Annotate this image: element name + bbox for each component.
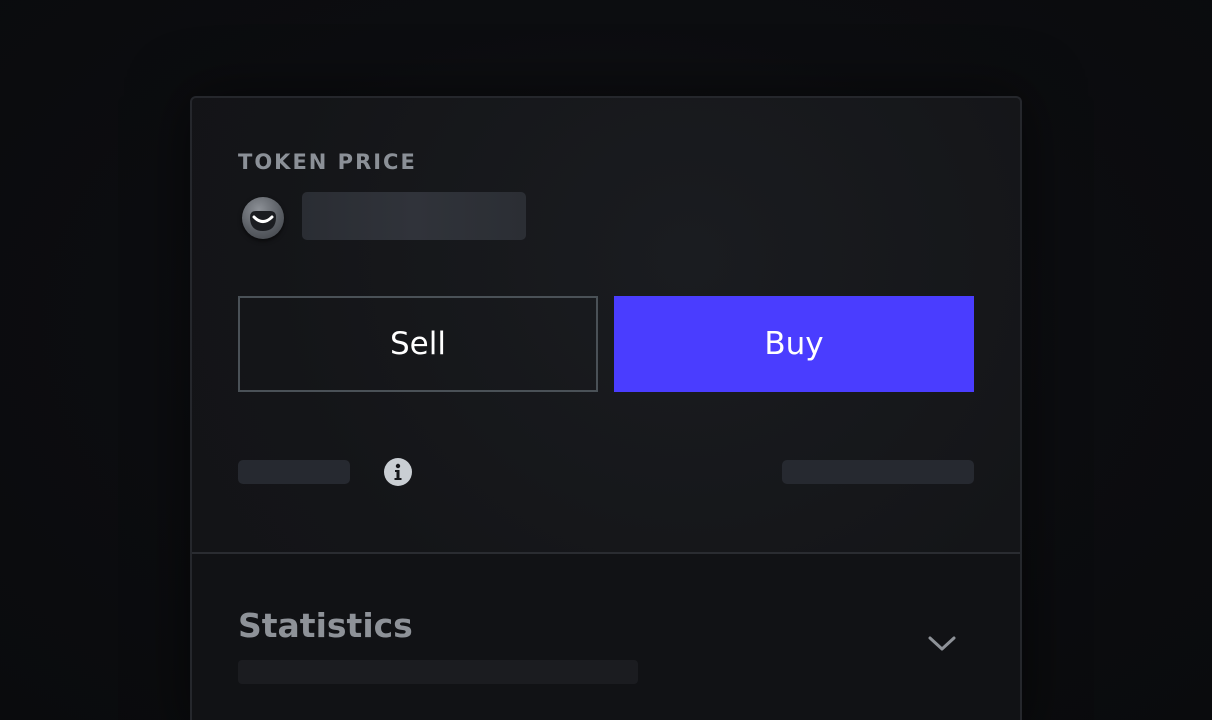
trade-card: TOKEN PRICE Sell Buy Statistics xyxy=(190,96,1022,720)
page-background: TOKEN PRICE Sell Buy Statistics xyxy=(0,0,1212,720)
detail-label-placeholder xyxy=(238,460,350,484)
statistics-section: Statistics xyxy=(192,554,1020,720)
statistics-placeholder xyxy=(238,660,638,684)
sell-button[interactable]: Sell xyxy=(238,296,598,392)
info-icon[interactable] xyxy=(384,458,412,486)
token-price-value-placeholder xyxy=(302,192,526,240)
detail-value-placeholder xyxy=(782,460,974,484)
card-top-highlight xyxy=(192,96,1020,98)
buy-button[interactable]: Buy xyxy=(614,296,974,392)
token-face-icon xyxy=(242,197,284,239)
statistics-title: Statistics xyxy=(238,606,413,645)
chevron-down-icon[interactable] xyxy=(924,632,960,656)
token-price-label: TOKEN PRICE xyxy=(238,150,417,174)
